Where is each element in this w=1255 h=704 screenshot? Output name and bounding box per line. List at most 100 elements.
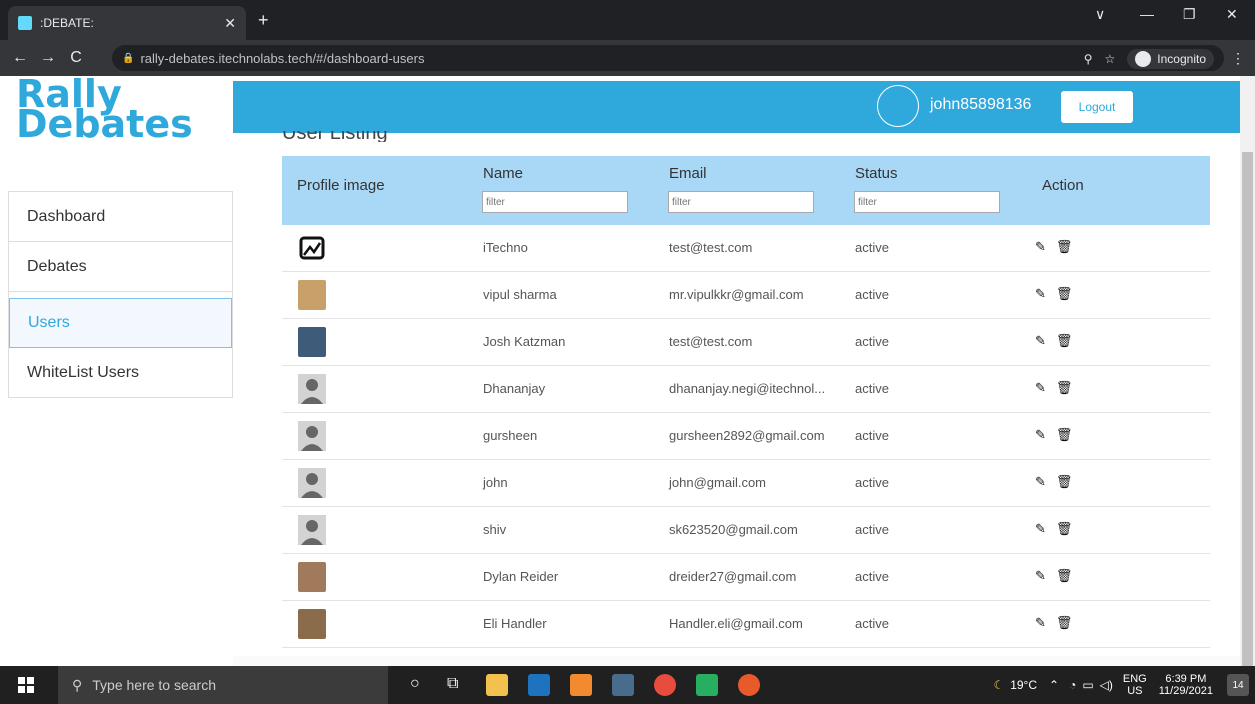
profile-photo <box>298 562 326 592</box>
cortana-icon[interactable]: ○ <box>410 675 420 693</box>
column-header-profile: Profile image <box>297 177 385 194</box>
edit-icon[interactable]: ✎ <box>1035 239 1046 255</box>
cell-status: active <box>855 334 889 349</box>
browser-tab[interactable]: :DEBATE: ✕ <box>8 6 246 40</box>
delete-icon[interactable]: 🗑 <box>1056 427 1073 443</box>
cell-status: active <box>855 569 889 584</box>
edit-icon[interactable]: ✎ <box>1035 427 1046 443</box>
close-window-button[interactable]: ✕ <box>1226 6 1238 23</box>
sublime-text-icon[interactable] <box>570 674 592 696</box>
status-filter-input[interactable] <box>854 191 1000 213</box>
edit-icon[interactable]: ✎ <box>1035 333 1046 349</box>
table-row: Josh Katzman test@test.com active ✎ 🗑 <box>282 319 1210 366</box>
battery-icon[interactable]: ▭ <box>1082 678 1093 692</box>
delete-icon[interactable]: 🗑 <box>1056 286 1073 302</box>
edit-icon[interactable]: ✎ <box>1035 615 1046 631</box>
users-table: Profile image Name Email Status Action i… <box>282 156 1210 648</box>
notification-icon[interactable]: 14 <box>1227 674 1249 696</box>
delete-icon[interactable]: 🗑 <box>1056 521 1073 537</box>
column-header-status: Status <box>855 165 898 182</box>
email-filter-input[interactable] <box>668 191 814 213</box>
page-scrollbar[interactable] <box>1240 76 1255 666</box>
incognito-badge[interactable]: Incognito <box>1127 49 1214 69</box>
column-header-action: Action <box>1042 177 1084 194</box>
tab-close-icon[interactable]: ✕ <box>224 15 236 32</box>
cell-name: Dhananjay <box>483 381 546 396</box>
weather-icon[interactable]: ☾ <box>993 678 1004 692</box>
url-text: rally-debates.itechnolabs.tech/#/dashboa… <box>140 50 425 66</box>
table-header: Profile image Name Email Status Action <box>282 156 1210 225</box>
windows-taskbar: ⚲ Type here to search ○ ⧉ ☾ 19°C ⌃ ◔ ▭ ◁… <box>0 666 1255 704</box>
back-button[interactable]: ← <box>12 49 28 67</box>
sidebar-item-debates[interactable]: Debates <box>9 242 232 292</box>
edit-icon[interactable]: ✎ <box>1035 568 1046 584</box>
row-actions: ✎ 🗑 <box>1035 286 1072 302</box>
clock[interactable]: 6:39 PM 11/29/2021 <box>1159 673 1213 697</box>
profile-photo <box>298 280 326 310</box>
reload-button[interactable]: C <box>68 49 84 67</box>
volume-icon[interactable]: ◁) <box>1100 678 1113 692</box>
table-body: iTechno test@test.com active ✎ 🗑 vipul sharma… <box>282 225 1210 648</box>
edit-icon[interactable]: ✎ <box>1035 286 1046 302</box>
browser-app-icon[interactable] <box>738 674 760 696</box>
location-icon[interactable]: ⚲ <box>1084 52 1093 66</box>
scrollbar-thumb[interactable] <box>1242 152 1253 666</box>
delete-icon[interactable]: 🗑 <box>1056 615 1073 631</box>
star-icon[interactable]: ☆ <box>1105 52 1116 66</box>
green-app-icon[interactable] <box>696 674 718 696</box>
delete-icon[interactable]: 🗑 <box>1056 333 1073 349</box>
task-view-icon[interactable]: ⧉ <box>447 675 458 693</box>
logout-button[interactable]: Logout <box>1061 91 1133 123</box>
edit-icon[interactable]: ✎ <box>1035 521 1046 537</box>
url-field[interactable]: 🔒 rally-debates.itechnolabs.tech/#/dashb… <box>112 45 1224 71</box>
windows-start-icon[interactable] <box>18 677 34 693</box>
row-actions: ✎ 🗑 <box>1035 333 1072 349</box>
minimize-button[interactable]: — <box>1140 6 1154 22</box>
network-icon[interactable]: ◔ <box>1069 678 1076 692</box>
edit-icon[interactable]: ✎ <box>1035 474 1046 490</box>
tab-search-chevron-icon[interactable]: ∨ <box>1095 6 1105 23</box>
delete-icon[interactable]: 🗑 <box>1056 568 1073 584</box>
user-avatar[interactable] <box>877 85 919 127</box>
mail-icon[interactable] <box>528 674 550 696</box>
column-header-email: Email <box>669 165 707 182</box>
language-indicator[interactable]: ENG US <box>1123 673 1147 697</box>
default-user-icon <box>298 421 326 451</box>
browser-menu-icon[interactable]: ⋮ <box>1231 50 1245 67</box>
cell-name: vipul sharma <box>483 287 557 302</box>
weather-temp[interactable]: 19°C <box>1010 678 1037 692</box>
address-bar: ← → C 🔒 rally-debates.itechnolabs.tech/#… <box>0 40 1255 76</box>
file-explorer-icon[interactable] <box>486 674 508 696</box>
lock-icon: 🔒 <box>122 52 135 64</box>
row-actions: ✎ 🗑 <box>1035 521 1072 537</box>
sidebar-item-users[interactable]: Users <box>9 298 232 348</box>
sidebar-item-dashboard[interactable]: Dashboard <box>9 192 232 242</box>
sidebar-item-whitelist-users[interactable]: WhiteList Users <box>9 348 232 398</box>
edit-icon[interactable]: ✎ <box>1035 380 1046 396</box>
table-row: Eli Handler Handler.eli@gmail.com active ✎ 🗑 <box>282 601 1210 648</box>
table-row: Dhananjay dhananjay.negi@itechnol... activ… <box>282 366 1210 413</box>
cell-email: Handler.eli@gmail.com <box>669 616 803 631</box>
name-filter-input[interactable] <box>482 191 628 213</box>
chrome-icon[interactable] <box>654 674 676 696</box>
system-tray: ☾ 19°C ⌃ ◔ ▭ ◁) ENG US 6:39 PM 11/29/202… <box>993 666 1255 704</box>
top-header: john85898136 Logout <box>233 81 1240 133</box>
delete-icon[interactable]: 🗑 <box>1056 474 1073 490</box>
row-actions: ✎ 🗑 <box>1035 568 1072 584</box>
app-logo[interactable]: Rally Debates <box>16 76 193 143</box>
delete-icon[interactable]: 🗑 <box>1056 239 1073 255</box>
default-user-icon <box>298 515 326 545</box>
cell-name: shiv <box>483 522 507 537</box>
restore-button[interactable]: ❐ <box>1183 6 1196 23</box>
tray-chevron-icon[interactable]: ⌃ <box>1049 678 1059 692</box>
cell-name: Eli Handler <box>483 616 547 631</box>
terminal-icon[interactable] <box>612 674 634 696</box>
row-actions: ✎ 🗑 <box>1035 380 1072 396</box>
broken-image-icon <box>298 233 326 263</box>
taskbar-search[interactable]: ⚲ Type here to search <box>58 666 388 704</box>
new-tab-button[interactable]: + <box>258 10 269 31</box>
forward-button[interactable]: → <box>40 49 56 67</box>
table-row: john john@gmail.com active ✎ 🗑 <box>282 460 1210 507</box>
delete-icon[interactable]: 🗑 <box>1056 380 1073 396</box>
table-row: iTechno test@test.com active ✎ 🗑 <box>282 225 1210 272</box>
